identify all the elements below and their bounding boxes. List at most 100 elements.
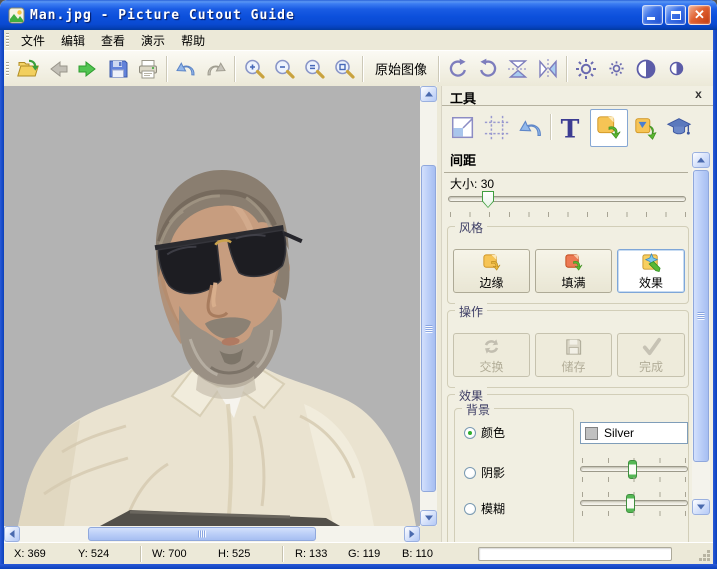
panel-close-button[interactable]: x [691, 87, 706, 103]
status-h: H: 525 [218, 548, 250, 560]
menu-bar: 文件 编辑 查看 演示 帮助 [4, 30, 713, 50]
menu-view[interactable]: 查看 [93, 30, 133, 51]
vscroll-thumb[interactable] [421, 165, 436, 492]
scroll-down-button[interactable] [420, 510, 437, 526]
operation-group: 操作 交换 储存 完成 [447, 310, 689, 388]
forward-button[interactable] [73, 53, 103, 85]
radio-dot-icon [464, 427, 476, 439]
save-button[interactable] [103, 53, 133, 85]
brightness-small-icon [608, 60, 625, 77]
text-tool-button[interactable]: T [555, 112, 585, 144]
zoom-in-button[interactable] [239, 53, 269, 85]
rotate-ccw-icon [476, 57, 500, 81]
zoom-out-button[interactable] [269, 53, 299, 85]
chevron-left-icon [10, 530, 15, 538]
store-icon [563, 336, 584, 357]
text-tool-icon: T [556, 114, 584, 142]
done-button[interactable]: 完成 [617, 333, 685, 377]
scroll-left-button[interactable] [4, 526, 20, 542]
radio-dot-icon [464, 467, 476, 479]
print-button[interactable] [133, 53, 163, 85]
size-slider-thumb[interactable] [482, 191, 494, 208]
close-button[interactable]: ✕ [688, 5, 711, 25]
title-bar[interactable]: Man.jpg - Picture Cutout Guide ✕ [0, 0, 717, 30]
store-button[interactable]: 储存 [535, 333, 612, 377]
open-button[interactable] [13, 53, 43, 85]
fill-icon [563, 252, 584, 273]
menu-file[interactable]: 文件 [13, 30, 53, 51]
fill-button-label: 填满 [561, 274, 585, 291]
panel-scroll-up-button[interactable] [692, 152, 710, 168]
radio-blur[interactable]: 模糊 [464, 500, 505, 517]
resize-grip[interactable] [698, 549, 711, 562]
fill-button[interactable]: 填满 [535, 249, 612, 293]
panel-scroll-thumb[interactable] [693, 170, 709, 462]
window-title: Man.jpg - Picture Cutout Guide [30, 8, 295, 23]
edge-button[interactable]: 边缘 [453, 249, 530, 293]
contrast-small-button[interactable] [661, 53, 691, 85]
zoom-in-icon [242, 57, 266, 81]
brightness-small-button[interactable] [601, 53, 631, 85]
canvas-hscrollbar[interactable] [4, 526, 420, 542]
back-button[interactable] [43, 53, 73, 85]
background-color-select[interactable]: Silver [580, 422, 688, 444]
minimize-button[interactable] [642, 5, 663, 25]
contrast-button[interactable] [631, 53, 661, 85]
radio-color[interactable]: 颜色 [464, 424, 505, 441]
blur-slider-ticks-bottom [582, 511, 686, 516]
undo-tool-button[interactable] [516, 112, 546, 144]
original-image-button[interactable]: 原始图像 [367, 55, 435, 82]
tools-panel: 工具 x T 间距 大小: 30 [441, 86, 713, 542]
radio-shadow[interactable]: 阴影 [464, 464, 505, 481]
resize-tool-button[interactable] [448, 112, 478, 144]
scroll-right-button[interactable] [404, 526, 420, 542]
menu-help[interactable]: 帮助 [173, 30, 213, 51]
brightness-button[interactable] [571, 53, 601, 85]
flip-vertical-icon [506, 57, 530, 81]
background-group-label: 背景 [462, 401, 494, 418]
cutout-tool-button-selected[interactable] [590, 109, 628, 147]
resize-icon [449, 114, 477, 142]
redo-button[interactable] [201, 53, 231, 85]
toolbar-separator [166, 56, 168, 82]
zoom-fit-icon [332, 57, 356, 81]
panel-separator [550, 114, 552, 140]
rotate-cw-button[interactable] [443, 53, 473, 85]
menu-grip[interactable] [6, 33, 9, 47]
panel-title: 工具 [450, 88, 476, 107]
menu-edit[interactable]: 编辑 [53, 30, 93, 51]
canvas-vscrollbar[interactable] [420, 86, 437, 526]
flip-horizontal-button[interactable] [533, 53, 563, 85]
toolbar-grip[interactable] [6, 62, 9, 76]
swap-button[interactable]: 交换 [453, 333, 530, 377]
color-name: Silver [604, 426, 634, 440]
status-w: W: 700 [152, 548, 187, 560]
undo-icon [174, 57, 198, 81]
status-b: B: 110 [402, 548, 433, 560]
save-icon [106, 57, 130, 81]
image-canvas[interactable] [4, 86, 420, 526]
panel-scroll-down-button[interactable] [692, 499, 710, 515]
flip-vertical-button[interactable] [503, 53, 533, 85]
zoom-fit-button[interactable] [329, 53, 359, 85]
zoom-actual-button[interactable] [299, 53, 329, 85]
undo-button[interactable] [171, 53, 201, 85]
done-button-label: 完成 [639, 358, 663, 375]
hscroll-thumb[interactable] [88, 527, 316, 541]
toolbar-separator [566, 56, 568, 82]
cutout-alt-icon [633, 114, 661, 142]
contrast-icon [634, 57, 658, 81]
rotate-ccw-button[interactable] [473, 53, 503, 85]
svg-text:T: T [561, 114, 580, 142]
menu-demo[interactable]: 演示 [133, 30, 173, 51]
flip-horizontal-icon [536, 57, 560, 81]
cutout-alt-tool-button[interactable] [632, 112, 662, 144]
panel-scrollbar[interactable] [692, 152, 710, 515]
crop-tool-button[interactable] [482, 112, 512, 144]
cutout-icon [595, 114, 623, 142]
tutorial-button[interactable] [664, 112, 694, 144]
swap-icon [481, 336, 502, 357]
effect-button[interactable]: 效果 [617, 249, 685, 293]
scroll-up-button[interactable] [420, 86, 437, 102]
maximize-button[interactable] [665, 5, 686, 25]
